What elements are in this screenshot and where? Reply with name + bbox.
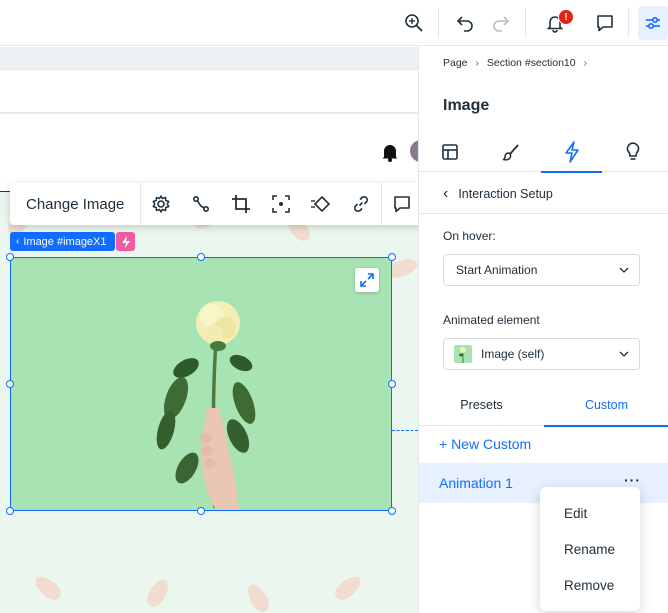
zoom-in-icon [405, 14, 423, 32]
animation-context-menu: Edit Rename Remove [540, 487, 640, 611]
crop-icon [232, 195, 251, 213]
breadcrumb-section[interactable]: Section #section10 [487, 57, 576, 69]
tab-presets[interactable]: Presets [419, 384, 544, 426]
interaction-badge[interactable] [116, 232, 135, 251]
resize-handle[interactable] [388, 380, 396, 388]
element-floating-toolbar: Change Image [10, 183, 430, 225]
expand-icon [360, 273, 374, 287]
trigger-value: Start Animation [456, 263, 538, 277]
new-custom-button[interactable]: + New Custom [439, 436, 531, 452]
connection-guide-line [392, 430, 418, 431]
redo-icon [493, 16, 510, 32]
image-thumbnail [454, 345, 472, 363]
interactions-icon [311, 195, 331, 213]
menu-item-edit[interactable]: Edit [540, 495, 640, 531]
redo-button[interactable] [484, 6, 518, 40]
more-options-button[interactable]: ··· [624, 472, 641, 488]
animation-path-button[interactable] [181, 183, 221, 225]
bolt-icon [564, 141, 579, 163]
menu-item-remove[interactable]: Remove [540, 567, 640, 603]
trigger-label: On hover: [443, 229, 496, 243]
comments-button[interactable] [588, 6, 622, 40]
editor-top-bar: ! [0, 0, 668, 46]
chevron-left-icon: ‹ [16, 236, 20, 247]
breadcrumb-page[interactable]: Page [443, 57, 468, 69]
tab-interactions[interactable] [541, 132, 602, 173]
breadcrumb: Page › Section #section10 › [443, 57, 587, 69]
inspector-icon [646, 16, 660, 30]
lightbulb-icon [626, 142, 639, 160]
animated-element-value: Image (self) [481, 347, 545, 361]
topbar-divider [525, 8, 526, 38]
notifications-button[interactable]: ! [538, 6, 574, 40]
selected-image[interactable] [6, 253, 396, 515]
chat-icon [597, 15, 613, 32]
chevron-down-icon [619, 351, 629, 357]
animation-subtabs: Presets Custom [419, 384, 668, 427]
tab-design[interactable] [480, 132, 541, 172]
tab-tips[interactable] [602, 132, 663, 172]
selected-element-name: Image #imageX1 [23, 235, 107, 248]
decor-leaf [243, 581, 273, 613]
animated-element-label: Animated element [443, 313, 540, 327]
settings-button[interactable] [141, 183, 181, 225]
decor-leaf [331, 572, 365, 604]
panel-divider [419, 213, 668, 214]
interactions-button[interactable] [301, 183, 341, 225]
crop-button[interactable] [221, 183, 261, 225]
menu-item-rename[interactable]: Rename [540, 531, 640, 567]
chevron-right-icon: › [583, 57, 587, 69]
zoom-in-button[interactable] [397, 6, 431, 40]
site-bell-icon [382, 145, 398, 162]
resize-handle[interactable] [197, 507, 205, 515]
back-label: Interaction Setup [458, 187, 553, 201]
resize-handle[interactable] [6, 507, 14, 515]
undo-button[interactable] [448, 6, 482, 40]
animation-item-label: Animation 1 [439, 475, 513, 491]
panel-tabs [419, 132, 668, 173]
back-to-interaction-setup[interactable]: ‹ Interaction Setup [443, 185, 553, 202]
rose-image [156, 301, 256, 510]
focal-point-button[interactable] [261, 183, 301, 225]
chevron-right-icon: › [475, 57, 479, 69]
resize-handle[interactable] [6, 380, 14, 388]
trigger-dropdown[interactable]: Start Animation [443, 254, 640, 286]
decor-leaf [31, 572, 65, 604]
tab-layout[interactable] [419, 132, 480, 172]
change-image-button[interactable]: Change Image [10, 183, 142, 225]
animation-path-icon [193, 195, 210, 213]
comment-icon [394, 196, 411, 213]
settings-icon [152, 195, 170, 213]
resize-handle[interactable] [197, 253, 205, 261]
site-avatar [410, 140, 418, 162]
topbar-divider [438, 8, 439, 38]
undo-icon [456, 16, 473, 32]
panel-title: Image [443, 97, 490, 114]
resize-handle[interactable] [388, 507, 396, 515]
expand-image-button[interactable] [355, 268, 379, 292]
inspector-toggle-button[interactable] [638, 6, 668, 40]
notification-badge: ! [558, 9, 574, 25]
topbar-divider [628, 8, 629, 38]
chevron-left-icon: ‹ [443, 185, 449, 202]
link-icon [354, 196, 369, 212]
layout-icon [441, 144, 458, 160]
brush-icon [502, 144, 519, 161]
resize-handle[interactable] [388, 253, 396, 261]
site-top-strip [0, 69, 418, 113]
comment-button[interactable] [382, 183, 422, 225]
bolt-icon [121, 235, 130, 248]
selected-element-label[interactable]: ‹ Image #imageX1 [10, 232, 115, 251]
resize-handle[interactable] [6, 253, 14, 261]
chevron-down-icon [619, 267, 629, 273]
decor-leaf [143, 576, 173, 610]
focal-point-icon [272, 195, 291, 213]
link-button[interactable] [341, 183, 381, 225]
site-header[interactable] [0, 114, 418, 192]
animated-element-dropdown[interactable]: Image (self) [443, 338, 640, 370]
tab-custom[interactable]: Custom [544, 384, 668, 427]
